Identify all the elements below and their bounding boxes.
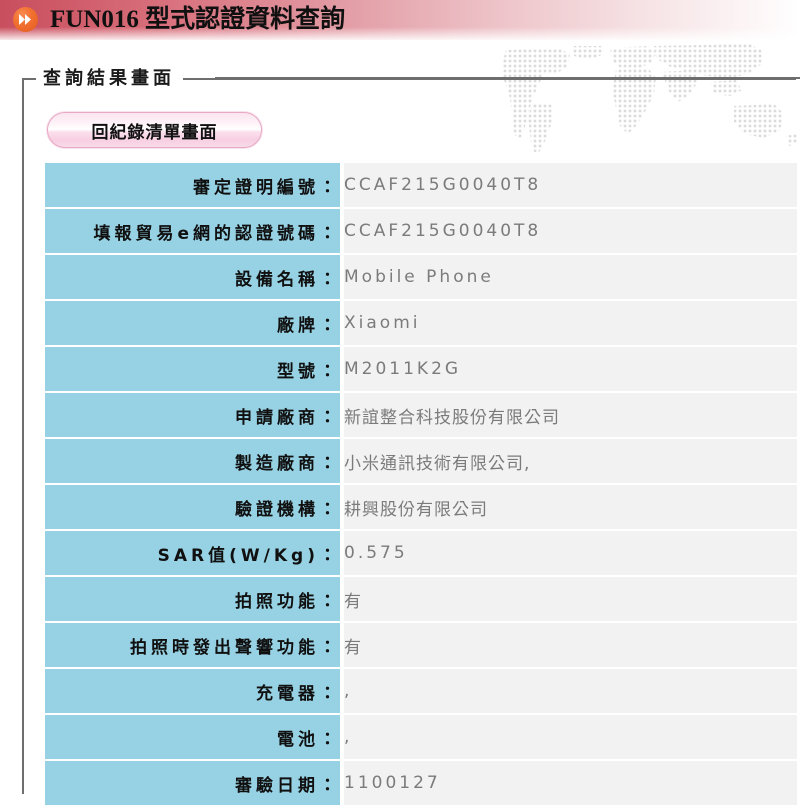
table-row: 驗證機構： 耕興股份有限公司 xyxy=(45,485,797,529)
field-label: 拍照功能： xyxy=(45,577,340,621)
table-row: 填報貿易e網的認證號碼： CCAF215G0040T8 xyxy=(45,209,797,253)
table-row: 審定證明編號： CCAF215G0040T8 xyxy=(45,163,797,207)
field-label: 型號： xyxy=(45,347,340,391)
field-value: 耕興股份有限公司 xyxy=(344,485,797,529)
page-title: FUN016 型式認證資料查詢 xyxy=(50,6,346,33)
field-value: CCAF215G0040T8 xyxy=(344,163,797,207)
field-value: 有 xyxy=(344,623,797,667)
field-label: 審定證明編號： xyxy=(45,163,340,207)
table-row: 申請廠商： 新誼整合科技股份有限公司 xyxy=(45,393,797,437)
field-label: SAR值(W/Kg)： xyxy=(45,531,340,575)
field-label: 設備名稱： xyxy=(45,255,340,299)
field-value: 新誼整合科技股份有限公司 xyxy=(344,393,797,437)
field-value: , xyxy=(344,715,797,759)
field-label: 廠牌： xyxy=(45,301,340,345)
field-value: M2011K2G xyxy=(344,347,797,391)
table-row: 製造廠商： 小米通訊技術有限公司, xyxy=(45,439,797,483)
back-to-list-button[interactable]: 回紀錄清單畫面 xyxy=(47,112,262,148)
table-row: 電池：, xyxy=(45,715,797,759)
table-row: 設備名稱： Mobile Phone xyxy=(45,255,797,299)
field-value: Mobile Phone xyxy=(344,255,797,299)
table-row: 拍照功能：有 xyxy=(45,577,797,621)
table-row: 廠牌： Xiaomi xyxy=(45,301,797,345)
field-label: 電池： xyxy=(45,715,340,759)
fast-forward-icon xyxy=(13,7,38,32)
table-row: 充電器：, xyxy=(45,669,797,713)
field-value: 有 xyxy=(344,577,797,621)
field-label: 製造廠商： xyxy=(45,439,340,483)
field-label: 申請廠商： xyxy=(45,393,340,437)
table-row: 型號： M2011K2G xyxy=(45,347,797,391)
field-label: 填報貿易e網的認證號碼： xyxy=(45,209,340,253)
result-panel-legend: 查詢結果畫面 xyxy=(36,67,183,91)
field-label: 充電器： xyxy=(45,669,340,713)
field-value: Xiaomi xyxy=(344,301,797,345)
field-label: 拍照時發出聲響功能： xyxy=(45,623,340,667)
field-label: 驗證機構： xyxy=(45,485,340,529)
field-value: , xyxy=(344,669,797,713)
certification-info-table: 審定證明編號： CCAF215G0040T8 填報貿易e網的認證號碼： CCAF215… xyxy=(45,161,797,807)
table-row: 拍照時發出聲響功能：有 xyxy=(45,623,797,667)
app-header: FUN016 型式認證資料查詢 xyxy=(0,0,800,40)
table-row: SAR值(W/Kg)： 0.575 xyxy=(45,531,797,575)
field-value: 小米通訊技術有限公司, xyxy=(344,439,797,483)
field-label: 審驗日期： xyxy=(45,761,340,805)
certification-info-body: 審定證明編號： CCAF215G0040T8 填報貿易e網的認證號碼： CCAF215… xyxy=(45,163,797,805)
field-value: 0.575 xyxy=(344,531,797,575)
field-value: CCAF215G0040T8 xyxy=(344,209,797,253)
field-value: 1100127 xyxy=(344,761,797,805)
table-row: 審驗日期： 1100127 xyxy=(45,761,797,805)
